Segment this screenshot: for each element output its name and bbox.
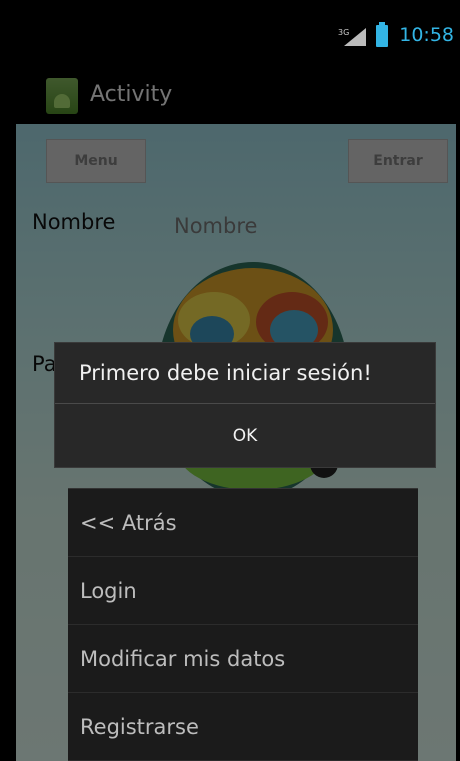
clock: 10:58: [399, 24, 454, 46]
dialog-message: Primero debe iniciar sesión!: [79, 361, 372, 385]
alert-dialog: Primero debe iniciar sesión! OK: [54, 342, 436, 468]
menu-item-register[interactable]: Registrarse: [68, 693, 418, 761]
status-bar: 3G 10:58: [8, 8, 460, 60]
network-type-label: 3G: [338, 28, 349, 37]
battery-icon: [376, 22, 388, 47]
phone-screen: 3G 10:58 Activity Menu Entrar Nombre Pa …: [8, 8, 460, 761]
menu-item-login[interactable]: Login: [68, 557, 418, 625]
ok-button[interactable]: OK: [55, 404, 435, 467]
signal-icon: 3G: [338, 28, 366, 46]
menu-item-edit-data[interactable]: Modificar mis datos: [68, 625, 418, 693]
options-menu: << Atrás Login Modificar mis datos Regis…: [68, 488, 418, 761]
menu-item-back[interactable]: << Atrás: [68, 489, 418, 557]
